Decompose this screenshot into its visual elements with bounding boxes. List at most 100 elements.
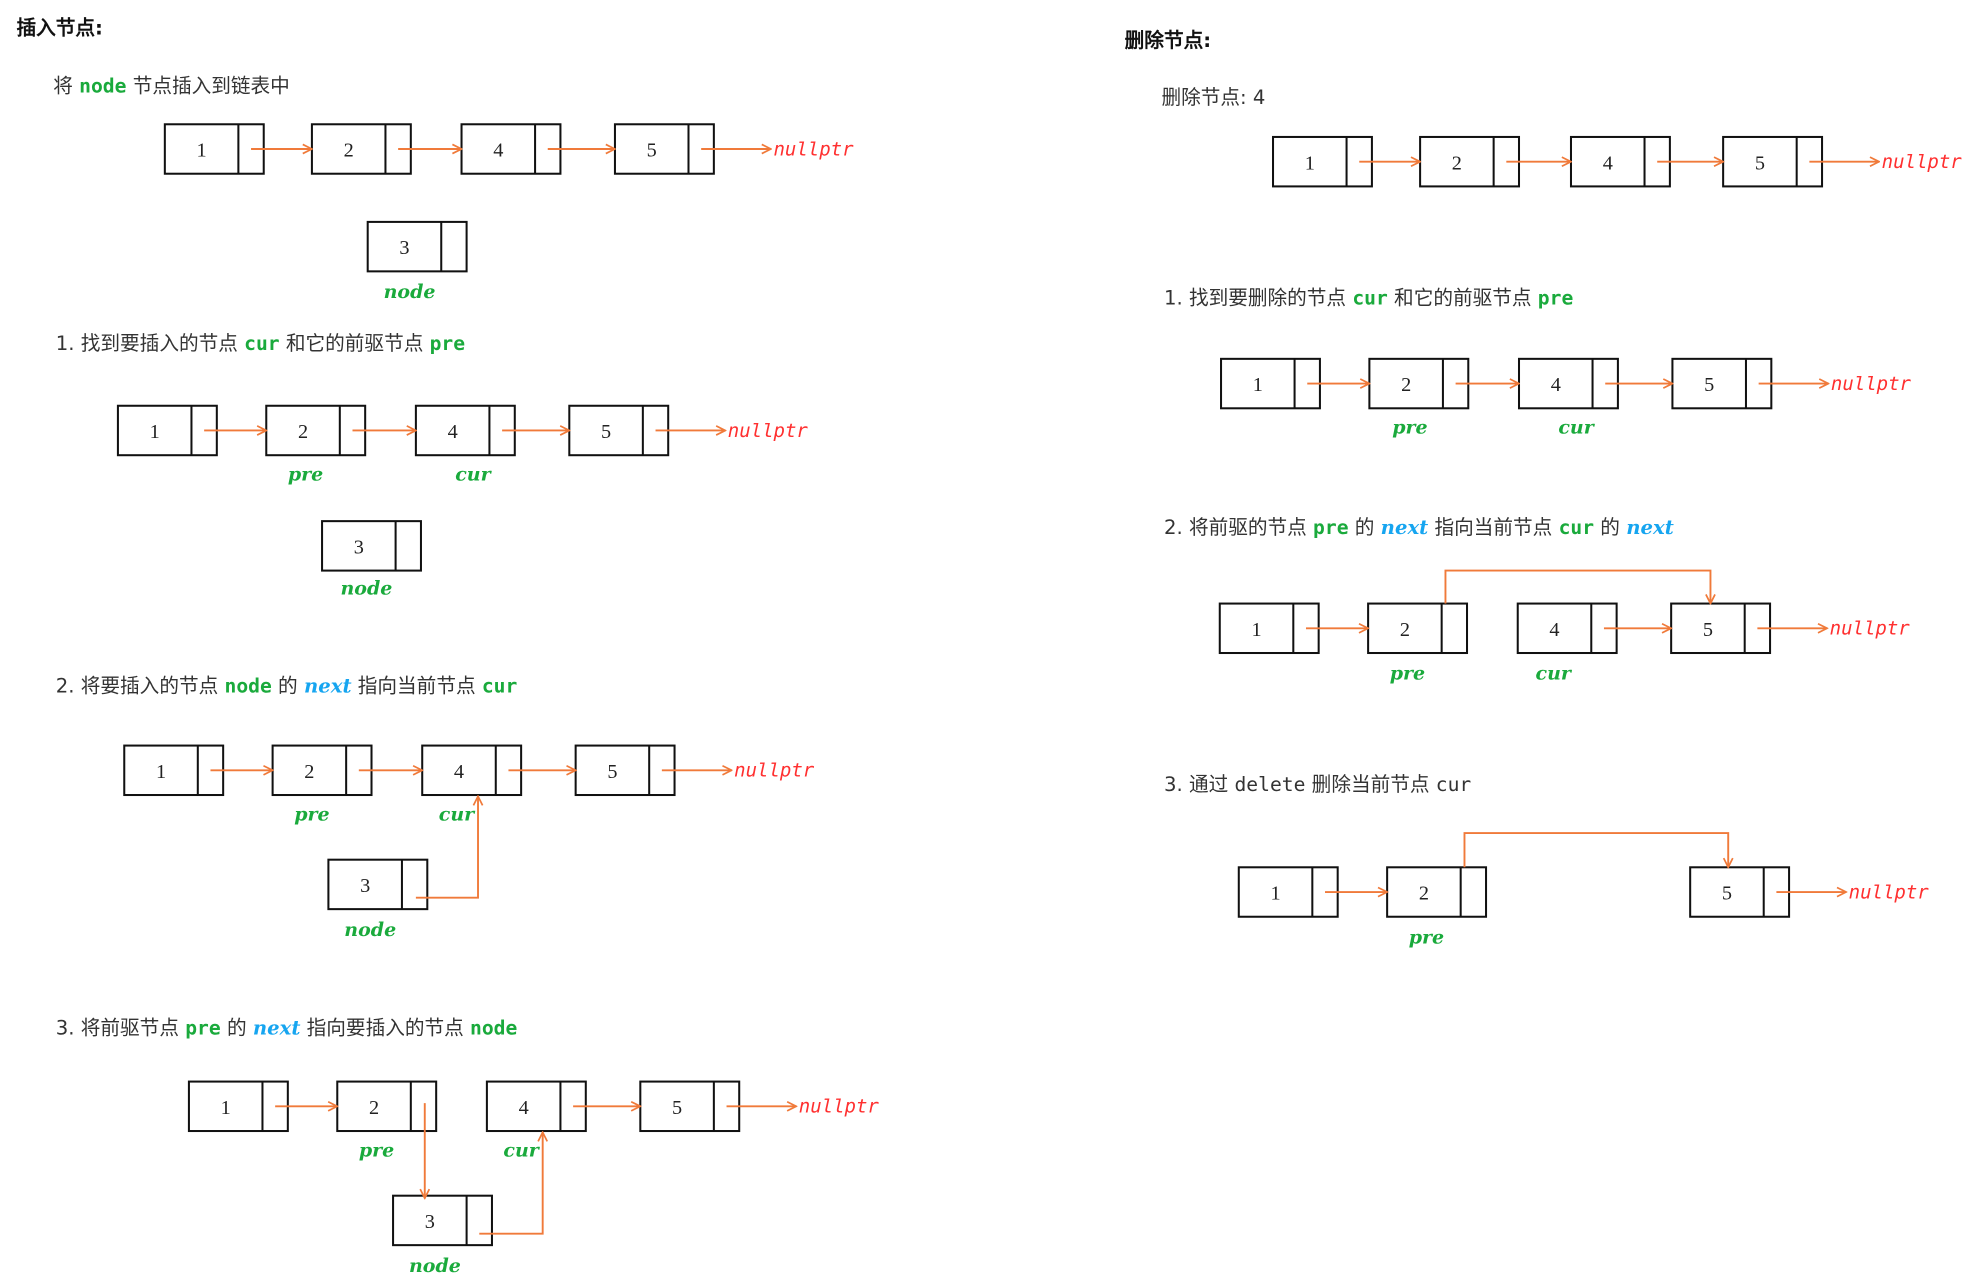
node-box: [1516, 602, 1618, 655]
node-box: [336, 1080, 438, 1133]
list-node: 2: [1367, 602, 1469, 655]
text-segment: 和它的前驱节点: [280, 332, 430, 355]
code-term: cur: [1352, 286, 1388, 309]
list-node: 4: [460, 123, 562, 175]
text-segment: 节点插入到链表中: [126, 75, 289, 98]
node-value: 1: [1305, 152, 1315, 174]
pointer-label: pre: [1409, 926, 1444, 948]
node-box: [1517, 357, 1619, 410]
text-segment: 指向当前节点: [352, 674, 482, 697]
list-node: 3: [392, 1194, 493, 1247]
insert-step-text: 3. 将前驱节点 pre 的 next 指向要插入的节点 node: [56, 1017, 518, 1040]
list-node: 2: [265, 404, 367, 457]
text-segment: 删除当前节点: [1305, 773, 1435, 796]
node-value: 4: [1603, 152, 1613, 174]
text-segment: 2. 将前驱的节点: [1164, 516, 1313, 539]
text-segment: 指向当前节点: [1428, 516, 1558, 539]
node-box: [1671, 357, 1773, 410]
nullptr-label: nullptr: [1831, 373, 1912, 395]
node-box: [574, 744, 676, 797]
list-node: 4: [414, 404, 516, 457]
list-node: 5: [613, 123, 715, 175]
node-box: [1218, 602, 1320, 655]
node-value: 2: [304, 761, 314, 783]
insert-diagram-1: 1 2 4 5 3 nullptr pre cur node: [116, 404, 809, 600]
delete-diagram-1: 1 2 4 5 nullptr pre cur: [1220, 357, 1912, 439]
code-term: node: [470, 1017, 517, 1040]
relink-arrow: [1444, 569, 1710, 604]
node-value: 2: [344, 140, 354, 162]
delete-diagram-0: 1 2 4 5 nullptr: [1272, 135, 1962, 188]
pointer-label: cur: [455, 464, 492, 486]
node-value: 4: [493, 140, 503, 162]
code-term: next: [253, 1017, 301, 1040]
node-value: 1: [1253, 374, 1263, 396]
node-box: [1722, 135, 1824, 188]
node-box: [310, 123, 412, 175]
node-box: [163, 123, 265, 175]
code-term: pre: [1538, 286, 1574, 309]
node-box: [1367, 602, 1469, 655]
node-box: [271, 744, 373, 797]
list-node: 1: [1220, 357, 1321, 410]
nullptr-label: nullptr: [728, 420, 809, 442]
insert-step-text: 将 node 节点插入到链表中: [53, 75, 290, 98]
node-value: 1: [221, 1097, 231, 1119]
node-value: 3: [425, 1211, 435, 1233]
node-value: 1: [156, 761, 166, 783]
insert-diagram-3: 1 2 4 5 3 nullptr pre cur node: [187, 1080, 879, 1277]
node-box: [1689, 866, 1791, 918]
delete-diagram-3: 1 2 5 nullptr pre: [1237, 832, 1929, 948]
list-node: 1: [187, 1080, 289, 1133]
node-value: 5: [1703, 619, 1713, 641]
node-box: [1569, 135, 1671, 188]
nullptr-label: nullptr: [734, 760, 815, 782]
node-box: [1237, 866, 1339, 918]
node-value: 4: [1549, 619, 1559, 641]
pointer-label: node: [409, 1255, 461, 1277]
node-value: 4: [1551, 374, 1561, 396]
text-segment: 删除节点: 4: [1161, 86, 1265, 109]
node-value: 5: [1722, 883, 1732, 905]
node-value: 5: [1755, 152, 1765, 174]
list-node: 5: [639, 1080, 741, 1133]
node-box: [613, 123, 715, 175]
code-term: next: [1626, 516, 1674, 539]
delete-step-text: 1. 找到要删除的节点 cur 和它的前驱节点 pre: [1164, 286, 1573, 309]
node-value: 5: [607, 761, 617, 783]
list-node: 4: [485, 1080, 587, 1133]
node-box: [460, 123, 562, 175]
text-segment: 1. 找到要删除的节点: [1164, 286, 1352, 309]
list-node: 3: [327, 858, 429, 911]
text-segment: 的: [221, 1017, 253, 1040]
delete-diagram-2: 1 2 4 5 nullptr pre cur: [1218, 569, 1910, 685]
node-value: 3: [399, 237, 409, 259]
pointer-label: pre: [288, 464, 323, 486]
text-segment: 将: [53, 75, 79, 98]
pointer-label: pre: [359, 1139, 394, 1161]
list-node: 2: [271, 744, 373, 797]
list-node: 2: [1386, 866, 1488, 918]
list-node: 5: [1670, 602, 1772, 655]
list-node: 1: [116, 404, 218, 457]
pointer-label: cur: [503, 1139, 540, 1161]
node-box: [1272, 135, 1373, 188]
node-box: [392, 1194, 493, 1247]
pointer-label: pre: [1390, 663, 1425, 685]
node-value: 5: [647, 140, 657, 162]
code-term: pre: [1313, 516, 1349, 539]
code-term: cur: [482, 674, 518, 697]
node-value: 4: [454, 761, 464, 783]
list-node: 1: [1237, 866, 1339, 918]
relink-arrow: [1463, 832, 1728, 867]
text-segment: 的: [1349, 516, 1381, 539]
node-box: [366, 220, 468, 273]
code-term: delete: [1234, 773, 1305, 796]
node-box: [421, 744, 523, 797]
text-segment: 3. 通过: [1164, 773, 1235, 796]
node-box: [414, 404, 516, 457]
delete-section-title: 删除节点:: [1125, 29, 1211, 52]
node-value: 5: [1704, 374, 1714, 396]
node-value: 4: [519, 1097, 529, 1119]
insert-step-text: 2. 将要插入的节点 node 的 next 指向当前节点 cur: [56, 674, 518, 697]
